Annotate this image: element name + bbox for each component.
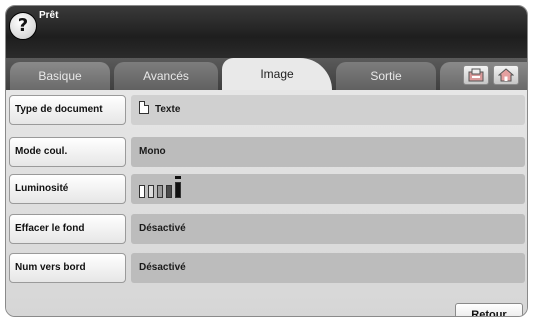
tab-sortie[interactable]: Sortie — [336, 62, 436, 90]
brightness-level-5 — [175, 182, 181, 198]
tab-image[interactable]: Image — [222, 58, 332, 90]
tab-avances[interactable]: Avancés — [114, 62, 218, 90]
image-settings-panel: Type de document Texte Mode coul. Mono L… — [6, 90, 527, 316]
home-button[interactable] — [493, 65, 519, 85]
document-type-value-text: Texte — [155, 104, 181, 115]
brightness-row: Luminosité — [9, 174, 525, 204]
home-icon — [498, 68, 514, 82]
back-button[interactable]: Retour — [455, 303, 523, 316]
color-mode-row: Mode coul. Mono — [9, 137, 525, 167]
brightness-button[interactable]: Luminosité — [9, 174, 126, 204]
edge-to-edge-value: Désactivé — [131, 253, 525, 283]
document-type-button[interactable]: Type de document — [9, 95, 126, 125]
control-panel-screen: ? Prêt Basique Avancés Image Sortie Type… — [5, 5, 528, 317]
document-type-row: Type de document Texte — [9, 95, 525, 125]
erase-background-button[interactable]: Effacer le fond — [9, 214, 126, 244]
erase-background-value: Désactivé — [131, 214, 525, 244]
tab-bar: Basique Avancés Image Sortie — [6, 58, 527, 90]
help-button[interactable]: ? — [9, 12, 37, 40]
status-bar: ? Prêt — [6, 6, 527, 58]
document-icon — [139, 101, 149, 114]
edge-to-edge-row: Num vers bord Désactivé — [9, 253, 525, 283]
brightness-level-4 — [166, 185, 172, 198]
job-status-icon — [468, 68, 484, 82]
brightness-selected-marker — [175, 176, 181, 179]
tab-basique[interactable]: Basique — [10, 62, 110, 90]
job-status-button[interactable] — [463, 65, 489, 85]
color-mode-button[interactable]: Mode coul. — [9, 137, 126, 167]
erase-background-row: Effacer le fond Désactivé — [9, 214, 525, 244]
document-type-value: Texte — [131, 95, 525, 125]
brightness-level-1 — [139, 185, 145, 198]
brightness-level-2 — [148, 185, 154, 198]
edge-to-edge-button[interactable]: Num vers bord — [9, 253, 126, 283]
brightness-level-3 — [157, 185, 163, 198]
status-text: Prêt — [39, 10, 59, 21]
color-mode-value: Mono — [131, 137, 525, 167]
brightness-value — [131, 174, 525, 204]
